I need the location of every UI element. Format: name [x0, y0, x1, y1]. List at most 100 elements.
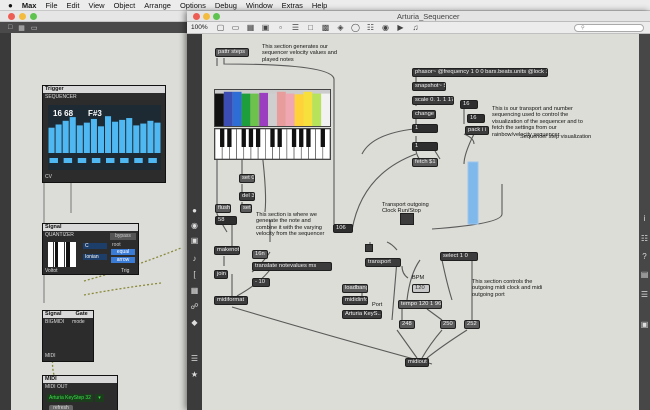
- number-box-58[interactable]: 58: [215, 216, 237, 225]
- background-patcher-window[interactable]: □ ▦ ▭ Trigger SEQUENCER 16 68 F#3 CV Sig…: [0, 11, 200, 410]
- quantizer-module[interactable]: Signal QUANTIZER bypass C Ionian root eq…: [42, 223, 139, 275]
- sequencer-step-bar[interactable]: [48, 127, 55, 153]
- sequencer-patcher-window[interactable]: Arturia_Sequencer 100% ▢ ▭ ▦ ▣ ▫ ☰ □ ▩ ◈…: [187, 11, 650, 410]
- refresh-button[interactable]: refresh: [49, 405, 73, 410]
- presentation-icon[interactable]: ▭: [31, 24, 38, 32]
- velocity-bar[interactable]: [321, 93, 330, 126]
- menu-edit[interactable]: Edit: [67, 1, 80, 10]
- menu-window[interactable]: Window: [246, 1, 273, 10]
- number-box-1-b[interactable]: 1: [412, 142, 438, 151]
- midiformat-object[interactable]: midiformat: [214, 296, 248, 305]
- sequencer-step-bar[interactable]: [83, 122, 90, 153]
- gate-step-marker[interactable]: [77, 158, 87, 163]
- list-icon[interactable]: ☰: [640, 290, 649, 299]
- new-object-icon[interactable]: ▣: [258, 23, 273, 33]
- 248-message[interactable]: 248: [399, 320, 415, 329]
- velocity-bar[interactable]: [312, 93, 322, 126]
- save-icon[interactable]: ▩: [318, 23, 333, 33]
- sequencer-step-bar[interactable]: [147, 120, 154, 153]
- play-icon[interactable]: ▶: [393, 23, 408, 33]
- close-icon[interactable]: [193, 13, 200, 20]
- transport-object[interactable]: transport: [365, 258, 401, 267]
- gate-step-marker[interactable]: [134, 158, 143, 163]
- velocity-bar[interactable]: [215, 93, 224, 126]
- sequencer-step-bar[interactable]: [140, 123, 147, 153]
- bypass-button[interactable]: bypass: [110, 233, 136, 240]
- number-icon[interactable]: ▣: [190, 236, 199, 245]
- close-icon[interactable]: [8, 12, 15, 20]
- black-key[interactable]: [320, 129, 325, 147]
- gate-step-marker[interactable]: [91, 158, 101, 163]
- background-patch-canvas[interactable]: Trigger SEQUENCER 16 68 F#3 CV Signal QU…: [11, 33, 200, 410]
- zoom-icon[interactable]: [30, 12, 37, 20]
- transport-toggle[interactable]: [365, 244, 373, 252]
- tempo-message[interactable]: tempo 120 1 96: [398, 300, 442, 309]
- kslider-keyboard[interactable]: [214, 128, 331, 160]
- patch-canvas[interactable]: pattr steps set 0 del 3 flush set 58 106…: [202, 34, 639, 410]
- velocity-bar[interactable]: [232, 91, 242, 126]
- black-key[interactable]: [299, 129, 304, 147]
- makenote-object[interactable]: makenote: [214, 246, 240, 255]
- key-select[interactable]: C: [83, 243, 107, 249]
- star-icon[interactable]: ★: [190, 370, 199, 379]
- mixer-icon[interactable]: ☷: [363, 23, 378, 33]
- scale-object[interactable]: scale 0. 1. 1 17: [412, 96, 454, 105]
- sequencer-step-bar[interactable]: [119, 119, 126, 153]
- black-key[interactable]: [241, 129, 246, 147]
- menu-object[interactable]: Object: [114, 1, 136, 10]
- black-key[interactable]: [306, 129, 311, 147]
- midi-port-menu[interactable]: Arturia KeyS...: [342, 310, 382, 319]
- velocity-bar[interactable]: [303, 91, 313, 126]
- translate-object[interactable]: translate notevalues ms: [252, 262, 332, 271]
- help-icon[interactable]: ?: [640, 252, 649, 261]
- sequencer-multislider[interactable]: 16 68 F#3: [48, 105, 161, 170]
- sequencer-step-bar[interactable]: [126, 118, 133, 153]
- camera-icon[interactable]: ▣: [640, 320, 649, 329]
- select-object[interactable]: select 1 0: [440, 252, 478, 261]
- 252-message[interactable]: 252: [464, 320, 480, 329]
- minimize-icon[interactable]: [19, 12, 26, 20]
- del-3-object[interactable]: del 3: [239, 192, 255, 201]
- velocity-bar[interactable]: [250, 93, 260, 126]
- black-key[interactable]: [270, 129, 275, 147]
- bracket-icon[interactable]: [: [190, 270, 199, 279]
- velocity-bar[interactable]: [268, 93, 277, 126]
- gate-step-marker[interactable]: [63, 158, 73, 163]
- number-box-16-a[interactable]: 16: [460, 100, 478, 109]
- velocity-bar[interactable]: [294, 94, 304, 126]
- menu-help[interactable]: Help: [312, 1, 327, 10]
- number-box-16-b[interactable]: 16: [467, 114, 485, 123]
- dropdown-arrow-icon[interactable]: ▾: [95, 394, 104, 402]
- number-box-106[interactable]: 106: [333, 224, 353, 233]
- midi-device-select[interactable]: Arturia KeyStep 32: [47, 394, 93, 402]
- black-key[interactable]: [277, 129, 282, 147]
- gate-step-marker[interactable]: [49, 158, 58, 163]
- phasor-object[interactable]: phasor~ @frequency 1 0 0 bars.beats.unit…: [412, 68, 548, 77]
- inspector-icon[interactable]: ☷: [640, 234, 649, 243]
- sequencer-step-bar[interactable]: [112, 121, 119, 153]
- fetch-message[interactable]: fetch $1: [412, 158, 438, 167]
- audio-icon[interactable]: ♫: [408, 23, 423, 33]
- debug-icon[interactable]: ◈: [333, 23, 348, 33]
- menu-max[interactable]: Max: [22, 1, 37, 10]
- lock-icon[interactable]: ▢: [213, 23, 228, 33]
- paste-icon[interactable]: □: [303, 23, 318, 33]
- midiout-module[interactable]: MIDI MIDI OUT Arturia KeyStep 32 ▾ refre…: [42, 375, 118, 410]
- velocity-bar[interactable]: [241, 93, 251, 126]
- menu-debug[interactable]: Debug: [215, 1, 237, 10]
- info-icon[interactable]: i: [640, 214, 649, 223]
- search-input[interactable]: ⚲: [574, 24, 644, 32]
- sequencer-step-bar[interactable]: [69, 117, 76, 153]
- menu-extras[interactable]: Extras: [282, 1, 303, 10]
- sequencer-module[interactable]: Trigger SEQUENCER 16 68 F#3 CV: [42, 85, 166, 183]
- set-message[interactable]: set: [240, 204, 252, 213]
- number-box-1[interactable]: 1: [412, 124, 438, 133]
- grid-icon[interactable]: ▦: [243, 23, 258, 33]
- grid-icon[interactable]: ▦: [18, 24, 25, 32]
- pattr-steps-object[interactable]: pattr steps: [215, 48, 249, 57]
- menu-file[interactable]: File: [45, 1, 57, 10]
- black-key[interactable]: [227, 129, 232, 147]
- 16n-message[interactable]: 16n: [252, 250, 268, 259]
- sequencer-step-bar[interactable]: [105, 116, 112, 153]
- bigmidi-module[interactable]: Signal Gate BIGMIDI mode MIDI: [42, 310, 94, 362]
